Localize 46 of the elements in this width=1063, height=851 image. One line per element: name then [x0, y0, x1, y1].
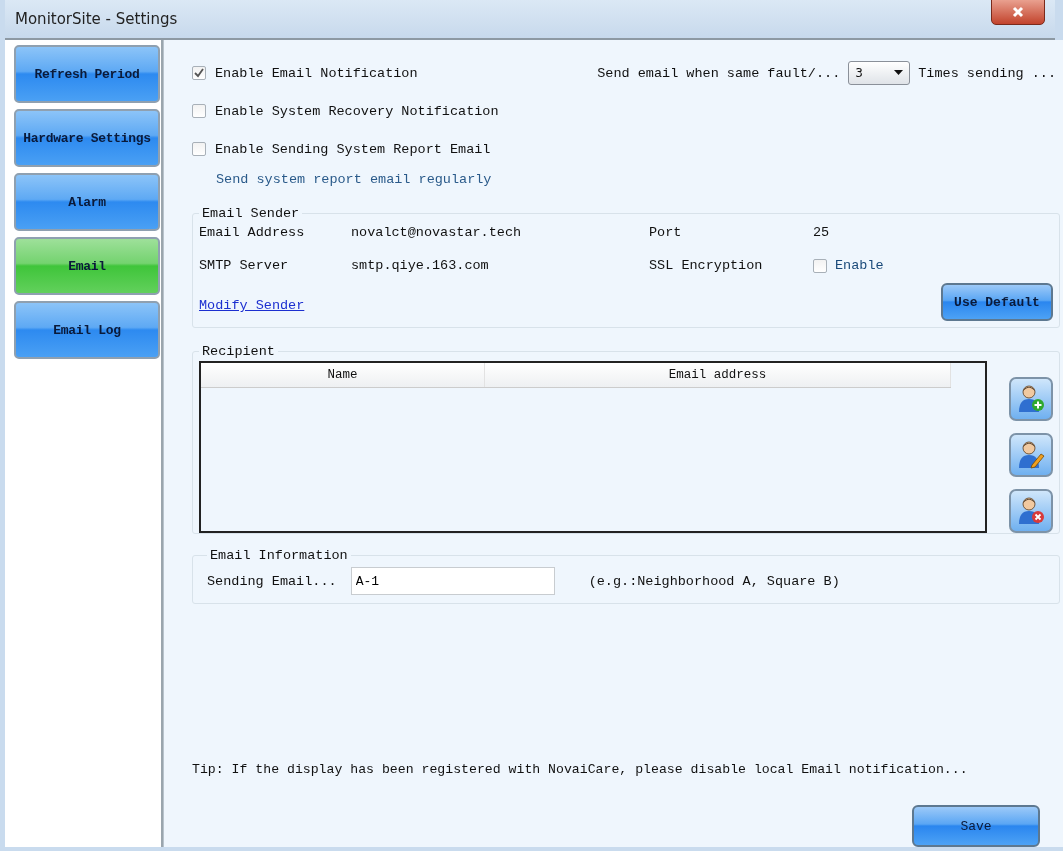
user-plus-icon — [1017, 384, 1045, 414]
sidebar-tab[interactable]: Refresh Period — [14, 45, 160, 103]
group-title: Recipient — [201, 344, 276, 359]
checkbox[interactable] — [813, 258, 827, 273]
checkbox-label: Enable System Recovery Notification — [215, 103, 499, 119]
count-dropdown[interactable]: 3 — [848, 61, 911, 85]
field-label: Email Address — [199, 225, 306, 240]
sidebar-tab[interactable]: Hardware Settings — [14, 109, 160, 167]
group-title: Email Sender — [201, 206, 301, 221]
hint-text: (e.g.:Neighborhood A, Square B) — [588, 573, 840, 589]
sidebar-tab[interactable]: Alarm — [14, 173, 160, 231]
column-header: Email address — [485, 363, 951, 387]
field-label: Port — [649, 225, 683, 240]
column-header: Name — [201, 363, 485, 387]
save-button[interactable]: Save — [912, 805, 1040, 847]
field-label: SMTP Server — [199, 258, 290, 273]
window-title: MonitorSite - Settings — [15, 10, 178, 28]
checkbox-label: Enable Email Notification — [215, 65, 418, 81]
close-icon — [1012, 6, 1024, 18]
field-label: SSL Encryption — [649, 258, 764, 273]
close-button[interactable] — [991, 0, 1045, 25]
field-label: Sending Email... — [207, 573, 337, 589]
modify-sender-link[interactable]: Modify Sender — [199, 298, 305, 313]
group-title: Email Information — [209, 548, 349, 563]
user-pencil-icon — [1017, 440, 1045, 470]
field-value: novalct@novastar.tech — [351, 225, 523, 240]
sidebar-tab[interactable]: Email Log — [14, 301, 160, 359]
tip-text: Tip: If the display has been registered with NovaiCare, please disable local Email notification... — [192, 762, 969, 777]
checkbox-label: Enable Sending System Report Email — [215, 141, 491, 157]
edit-recipient-button[interactable] — [1009, 433, 1053, 477]
checkbox[interactable] — [192, 66, 206, 80]
add-recipient-button[interactable] — [1009, 377, 1053, 421]
use-default-button[interactable]: Use Default — [941, 283, 1053, 321]
caret-icon — [894, 70, 904, 76]
user-cross-icon — [1017, 496, 1045, 526]
input-field[interactable]: A-1 — [350, 567, 555, 595]
hint-text: Send system report email regularly — [216, 172, 493, 189]
field-label: Times sending ... — [918, 65, 1056, 81]
remove-recipient-button[interactable] — [1009, 489, 1053, 533]
checkbox-label: Enable — [835, 258, 884, 273]
checkbox[interactable] — [192, 142, 206, 156]
field-value: smtp.qiye.163.com — [351, 258, 490, 273]
field-value: 25 — [813, 225, 831, 240]
sidebar-tab[interactable]: Email — [14, 237, 160, 295]
field-label: Send email when same fault/... — [597, 65, 841, 81]
checkbox[interactable] — [192, 104, 206, 118]
